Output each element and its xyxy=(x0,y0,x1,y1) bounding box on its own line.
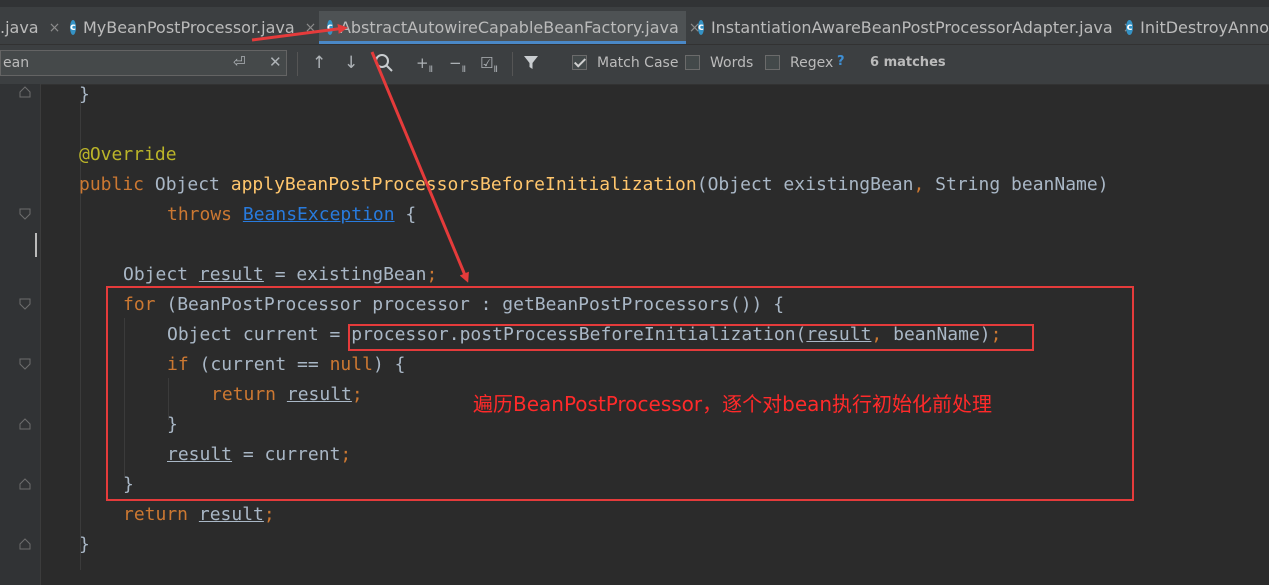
annotation-arrows xyxy=(251,23,469,283)
arrow-to-tab xyxy=(251,23,348,42)
arrow-to-code xyxy=(370,51,469,283)
